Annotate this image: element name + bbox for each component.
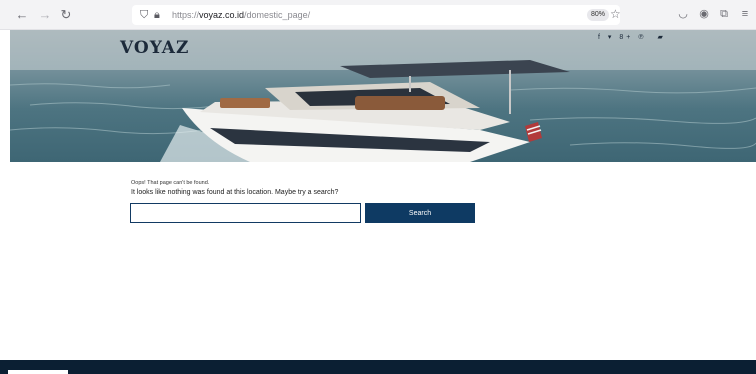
- url-host: voyaz.co.id: [199, 10, 245, 20]
- search-input[interactable]: [130, 203, 361, 223]
- page-title: Oops! That page can't be found.: [131, 180, 210, 186]
- browser-toolbar: ← → ↻ ⛉ 🔒︎ https://voyaz.co.id/domestic_…: [0, 0, 756, 30]
- facebook-icon[interactable]: f: [598, 34, 603, 41]
- site-logo[interactable]: VOYAZ: [120, 38, 189, 58]
- address-bar[interactable]: ⛉ 🔒︎ https://voyaz.co.id/domestic_page/ …: [132, 5, 621, 25]
- account-icon[interactable]: ◉: [697, 7, 711, 21]
- google-plus-icon[interactable]: 8+: [619, 34, 633, 41]
- url-path: /domestic_page/: [244, 10, 311, 20]
- twitter-icon[interactable]: ▾: [608, 34, 615, 41]
- reload-icon[interactable]: ↻: [58, 7, 74, 23]
- star-icon[interactable]: ☆: [610, 7, 621, 21]
- search-button[interactable]: Search: [365, 203, 475, 223]
- hero-banner: VOYAZ f ▾ 8+ ℗ ▰: [10, 30, 756, 162]
- site-footer: [0, 360, 756, 374]
- shield-icon[interactable]: ⛉: [140, 8, 148, 22]
- lock-icon[interactable]: 🔒︎: [154, 8, 160, 22]
- menu-icon[interactable]: ≡: [738, 7, 752, 21]
- cart-icon[interactable]: ▰: [657, 34, 665, 41]
- pocket-icon[interactable]: ◡: [676, 7, 690, 21]
- footer-widget: [8, 370, 68, 374]
- forward-icon[interactable]: →: [37, 7, 53, 23]
- url-text[interactable]: https://voyaz.co.id/domestic_page/: [172, 9, 310, 21]
- social-links: f ▾ 8+ ℗ ▰: [598, 33, 666, 41]
- url-scheme: https://: [172, 10, 200, 20]
- pinterest-icon[interactable]: ℗: [638, 34, 646, 41]
- not-found-message: It looks like nothing was found at this …: [131, 189, 339, 196]
- extensions-icon[interactable]: ⧉: [717, 7, 731, 21]
- zoom-level[interactable]: 80%: [587, 9, 610, 21]
- back-icon[interactable]: ←: [14, 7, 30, 23]
